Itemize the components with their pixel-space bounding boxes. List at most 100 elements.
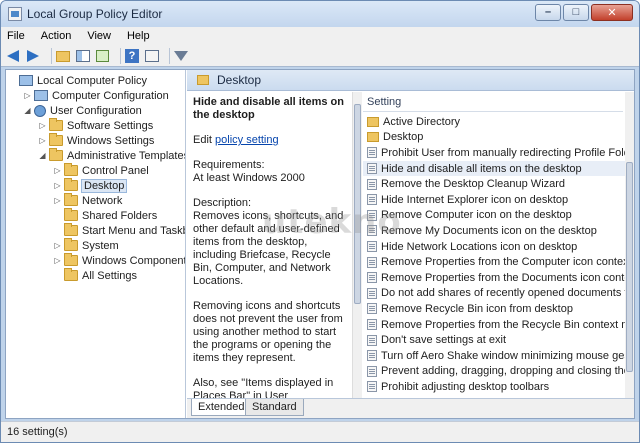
description-scrollbar[interactable] [352, 92, 362, 398]
setting-label: Remove Properties from the Computer icon… [381, 256, 634, 269]
title-bar[interactable]: Local Group Policy Editor – □ ✕ [1, 1, 639, 27]
expand-arrow-icon[interactable]: ◢ [38, 151, 47, 160]
menu-action[interactable]: Action [41, 30, 72, 42]
tree-item[interactable]: ▷ Computer Configuration [23, 88, 168, 103]
folder-icon [197, 75, 209, 85]
window-title: Local Group Policy Editor [27, 7, 163, 21]
tree-item[interactable]: Shared Folders [53, 208, 157, 223]
folder-icon [367, 116, 379, 127]
setting-label: Don't save settings at exit [381, 334, 506, 347]
setting-row[interactable]: Remove Properties from the Computer icon… [363, 254, 634, 270]
setting-row[interactable]: Remove Computer icon on the desktop [363, 208, 625, 224]
computer-icon [34, 90, 48, 101]
filter-icon[interactable] [174, 48, 190, 64]
setting-label: Hide Internet Explorer icon on desktop [381, 193, 569, 206]
tree-item[interactable]: ▷ System [53, 238, 119, 253]
tree-item[interactable]: ◢ User Configuration [23, 103, 142, 118]
policy-setting-icon [367, 287, 377, 299]
folder-icon [49, 118, 63, 131]
setting-row[interactable]: Don't save settings at exit [363, 332, 625, 348]
expand-arrow-icon[interactable]: ◢ [23, 106, 32, 115]
expand-arrow-icon[interactable]: ▷ [23, 91, 32, 100]
folder-icon [49, 148, 63, 161]
expand-arrow-icon[interactable]: ▷ [38, 136, 47, 145]
policy-setting-icon [367, 178, 377, 190]
status-text: 16 setting(s) [7, 426, 68, 438]
setting-row[interactable]: Prevent adding, dragging, dropping and c… [363, 364, 634, 380]
setting-row[interactable]: Remove Properties from the Recycle Bin c… [363, 317, 634, 333]
setting-row[interactable]: Remove Properties from the Documents ico… [363, 270, 634, 286]
setting-column-header[interactable]: Setting [363, 92, 623, 112]
export-list-icon[interactable] [96, 48, 112, 64]
tree-item-label: Start Menu and Taskbar [82, 224, 185, 237]
setting-label: Remove Properties from the Documents ico… [381, 271, 634, 284]
minimize-button[interactable]: – [535, 4, 561, 21]
details-title: Desktop [217, 73, 262, 87]
expand-arrow-icon[interactable]: ▷ [53, 181, 62, 190]
description-para3: Also, see "Items displayed in Places Bar… [193, 377, 334, 398]
setting-row[interactable]: Prohibit User from manually redirecting … [363, 145, 634, 161]
setting-row[interactable]: Remove My Documents icon on the desktop [363, 223, 625, 239]
expand-arrow-icon[interactable]: ▷ [53, 196, 62, 205]
setting-label: Remove the Desktop Cleanup Wizard [381, 178, 566, 191]
main-content: Local Computer Policy ▷ Computer Configura… [5, 69, 635, 419]
policy-setting-icon [367, 194, 377, 206]
list-folder-item[interactable]: Desktop [363, 130, 625, 146]
show-hide-tree-icon[interactable] [76, 48, 92, 64]
folder-icon [64, 223, 78, 236]
menu-view[interactable]: View [87, 30, 111, 42]
menu-help[interactable]: Help [127, 30, 150, 42]
close-button[interactable]: ✕ [591, 4, 633, 21]
computer-icon [19, 75, 33, 86]
tree-item[interactable]: ▷ Desktop [53, 178, 128, 193]
tree-item-label: Control Panel [82, 164, 149, 177]
folder-icon [64, 268, 78, 281]
setting-row[interactable]: Hide Network Locations icon on desktop [363, 239, 625, 255]
expand-arrow-icon[interactable]: ▷ [53, 166, 62, 175]
tree-item[interactable]: Local Computer Policy [8, 73, 147, 88]
maximize-button[interactable]: □ [563, 4, 589, 21]
setting-row[interactable]: Turn off Aero Shake window minimizing mo… [363, 348, 634, 364]
settings-scrollbar[interactable] [625, 92, 634, 398]
expand-arrow-icon[interactable]: ▷ [38, 121, 47, 130]
tree-item[interactable]: All Settings [53, 268, 137, 283]
tab-standard[interactable]: Standard [245, 399, 304, 416]
menu-file[interactable]: File [7, 30, 25, 42]
tree-item[interactable]: ▷ Network [53, 193, 122, 208]
policy-setting-icon [367, 256, 377, 268]
up-folder-icon[interactable] [56, 48, 72, 64]
policy-setting-icon [367, 350, 377, 362]
help-icon[interactable]: ? [125, 48, 141, 64]
setting-label: Prohibit User from manually redirecting … [381, 146, 634, 159]
properties-icon[interactable] [145, 48, 161, 64]
forward-icon[interactable] [27, 48, 43, 64]
setting-row[interactable]: Prohibit adjusting desktop toolbars [363, 379, 625, 395]
expand-arrow-icon[interactable]: ▷ [53, 241, 62, 250]
setting-row[interactable]: Do not add shares of recently opened doc… [363, 286, 634, 302]
tree-item-label: Shared Folders [82, 209, 158, 222]
setting-row[interactable]: Remove Recycle Bin icon from desktop [363, 301, 625, 317]
tree-item-label: Windows Components [82, 254, 186, 267]
tree-item[interactable]: ▷ Software Settings [38, 118, 153, 133]
setting-row[interactable]: Hide and disable all items on the deskto… [363, 160, 625, 177]
policy-setting-icon [367, 319, 377, 331]
list-folder-item[interactable]: Active Directory [363, 114, 625, 130]
tree-item-label: All Settings [82, 269, 138, 282]
description-para2: Removing icons and shortcuts does not pr… [193, 300, 343, 364]
policy-setting-icon [367, 272, 377, 284]
tree-item[interactable]: ◢ Administrative Templates [38, 148, 185, 163]
folder-icon [64, 253, 78, 266]
tab-extended[interactable]: Extended [191, 399, 252, 416]
setting-row[interactable]: Hide Internet Explorer icon on desktop [363, 192, 625, 208]
tree-item[interactable]: ▷ Control Panel [53, 163, 149, 178]
back-icon[interactable] [7, 48, 23, 64]
folder-icon [64, 208, 78, 221]
edit-policy-link[interactable]: policy setting [215, 134, 279, 146]
tree-item[interactable]: Start Menu and Taskbar [53, 223, 185, 238]
expand-arrow-icon[interactable]: ▷ [53, 256, 62, 265]
tree-item[interactable]: ▷ Windows Settings [38, 133, 154, 148]
tree-item[interactable]: ▷ Windows Components [53, 253, 186, 268]
setting-row[interactable]: Remove the Desktop Cleanup Wizard [363, 176, 625, 192]
setting-label: Do not add shares of recently opened doc… [381, 287, 634, 300]
policy-setting-icon [367, 241, 377, 253]
